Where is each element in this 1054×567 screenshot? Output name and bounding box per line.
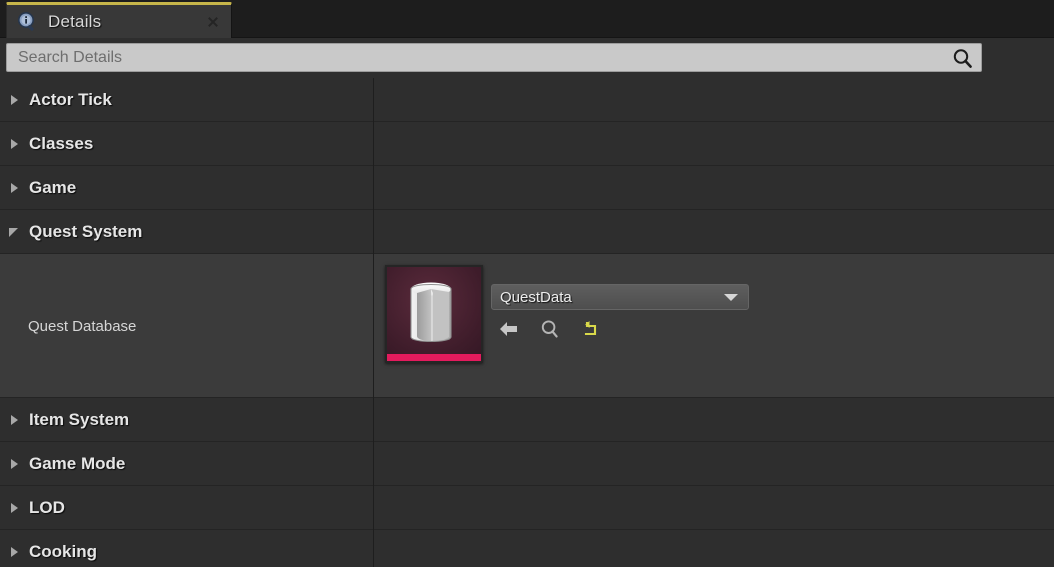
chevron-right-icon[interactable] <box>8 413 22 427</box>
browse-to-asset-search-icon[interactable] <box>539 318 561 340</box>
chevron-down-icon[interactable] <box>8 225 22 239</box>
close-icon[interactable] <box>205 14 221 30</box>
search-input[interactable] <box>16 44 920 71</box>
property-label: Quest Database <box>28 317 137 335</box>
category-left-pane: Classes <box>0 122 373 165</box>
asset-actions <box>498 318 602 340</box>
category-left-pane: LOD <box>0 486 373 529</box>
category-row-lod[interactable]: LOD <box>0 486 1054 530</box>
tab-label: Details <box>48 11 102 31</box>
search-container[interactable] <box>6 43 982 72</box>
category-row-game[interactable]: Game <box>0 166 1054 210</box>
search-icon[interactable] <box>952 48 973 69</box>
tab-details[interactable]: Details <box>6 2 232 38</box>
tab-bar: Details <box>0 0 1054 38</box>
data-table-asset-icon <box>387 267 481 361</box>
details-panel: Details Search Details Actor Tick Classe… <box>0 0 1054 567</box>
property-tree: Actor Tick Classes Game Quest System Que… <box>0 78 1054 567</box>
category-label: Quest System <box>29 221 143 241</box>
chevron-right-icon[interactable] <box>8 137 22 151</box>
category-left-pane: Quest System <box>0 210 373 253</box>
category-left-pane: Game Mode <box>0 442 373 485</box>
category-left-pane: Cooking <box>0 530 373 567</box>
category-row-quest-system[interactable]: Quest System <box>0 210 1054 254</box>
category-left-pane: Game <box>0 166 373 209</box>
column-splitter[interactable] <box>373 78 374 567</box>
property-value-pane: QuestData <box>374 254 1054 398</box>
chevron-right-icon[interactable] <box>8 181 22 195</box>
chevron-right-icon[interactable] <box>8 501 22 515</box>
reset-to-default-icon[interactable] <box>580 318 602 340</box>
category-label: Item System <box>29 409 130 429</box>
category-label: Actor Tick <box>29 89 112 109</box>
category-label: Cooking <box>29 541 97 561</box>
details-info-magnifier-icon <box>17 11 39 33</box>
category-left-pane: Item System <box>0 398 373 441</box>
chevron-right-icon[interactable] <box>8 457 22 471</box>
category-label: Classes <box>29 133 94 153</box>
category-row-classes[interactable]: Classes <box>0 122 1054 166</box>
category-row-item-system[interactable]: Item System <box>0 398 1054 442</box>
category-row-cooking[interactable]: Cooking <box>0 530 1054 567</box>
category-row-actor-tick[interactable]: Actor Tick <box>0 78 1054 122</box>
property-row-quest-database: Quest Database QuestData <box>0 254 1054 398</box>
details-toolbar <box>0 38 1054 112</box>
use-selected-asset-arrow-icon[interactable] <box>498 318 520 340</box>
category-row-game-mode[interactable]: Game Mode <box>0 442 1054 486</box>
category-label: LOD <box>29 497 65 517</box>
chevron-right-icon[interactable] <box>8 93 22 107</box>
category-left-pane: Actor Tick <box>0 78 373 121</box>
chevron-right-icon[interactable] <box>8 545 22 559</box>
category-label: Game Mode <box>29 453 126 473</box>
asset-thumbnail[interactable] <box>385 265 483 363</box>
asset-picker-combo[interactable]: QuestData <box>491 284 749 310</box>
chevron-down-icon[interactable] <box>724 293 738 301</box>
thumbnail-accent-stripe <box>387 354 481 361</box>
asset-name: QuestData <box>500 288 572 306</box>
category-label: Game <box>29 177 77 197</box>
